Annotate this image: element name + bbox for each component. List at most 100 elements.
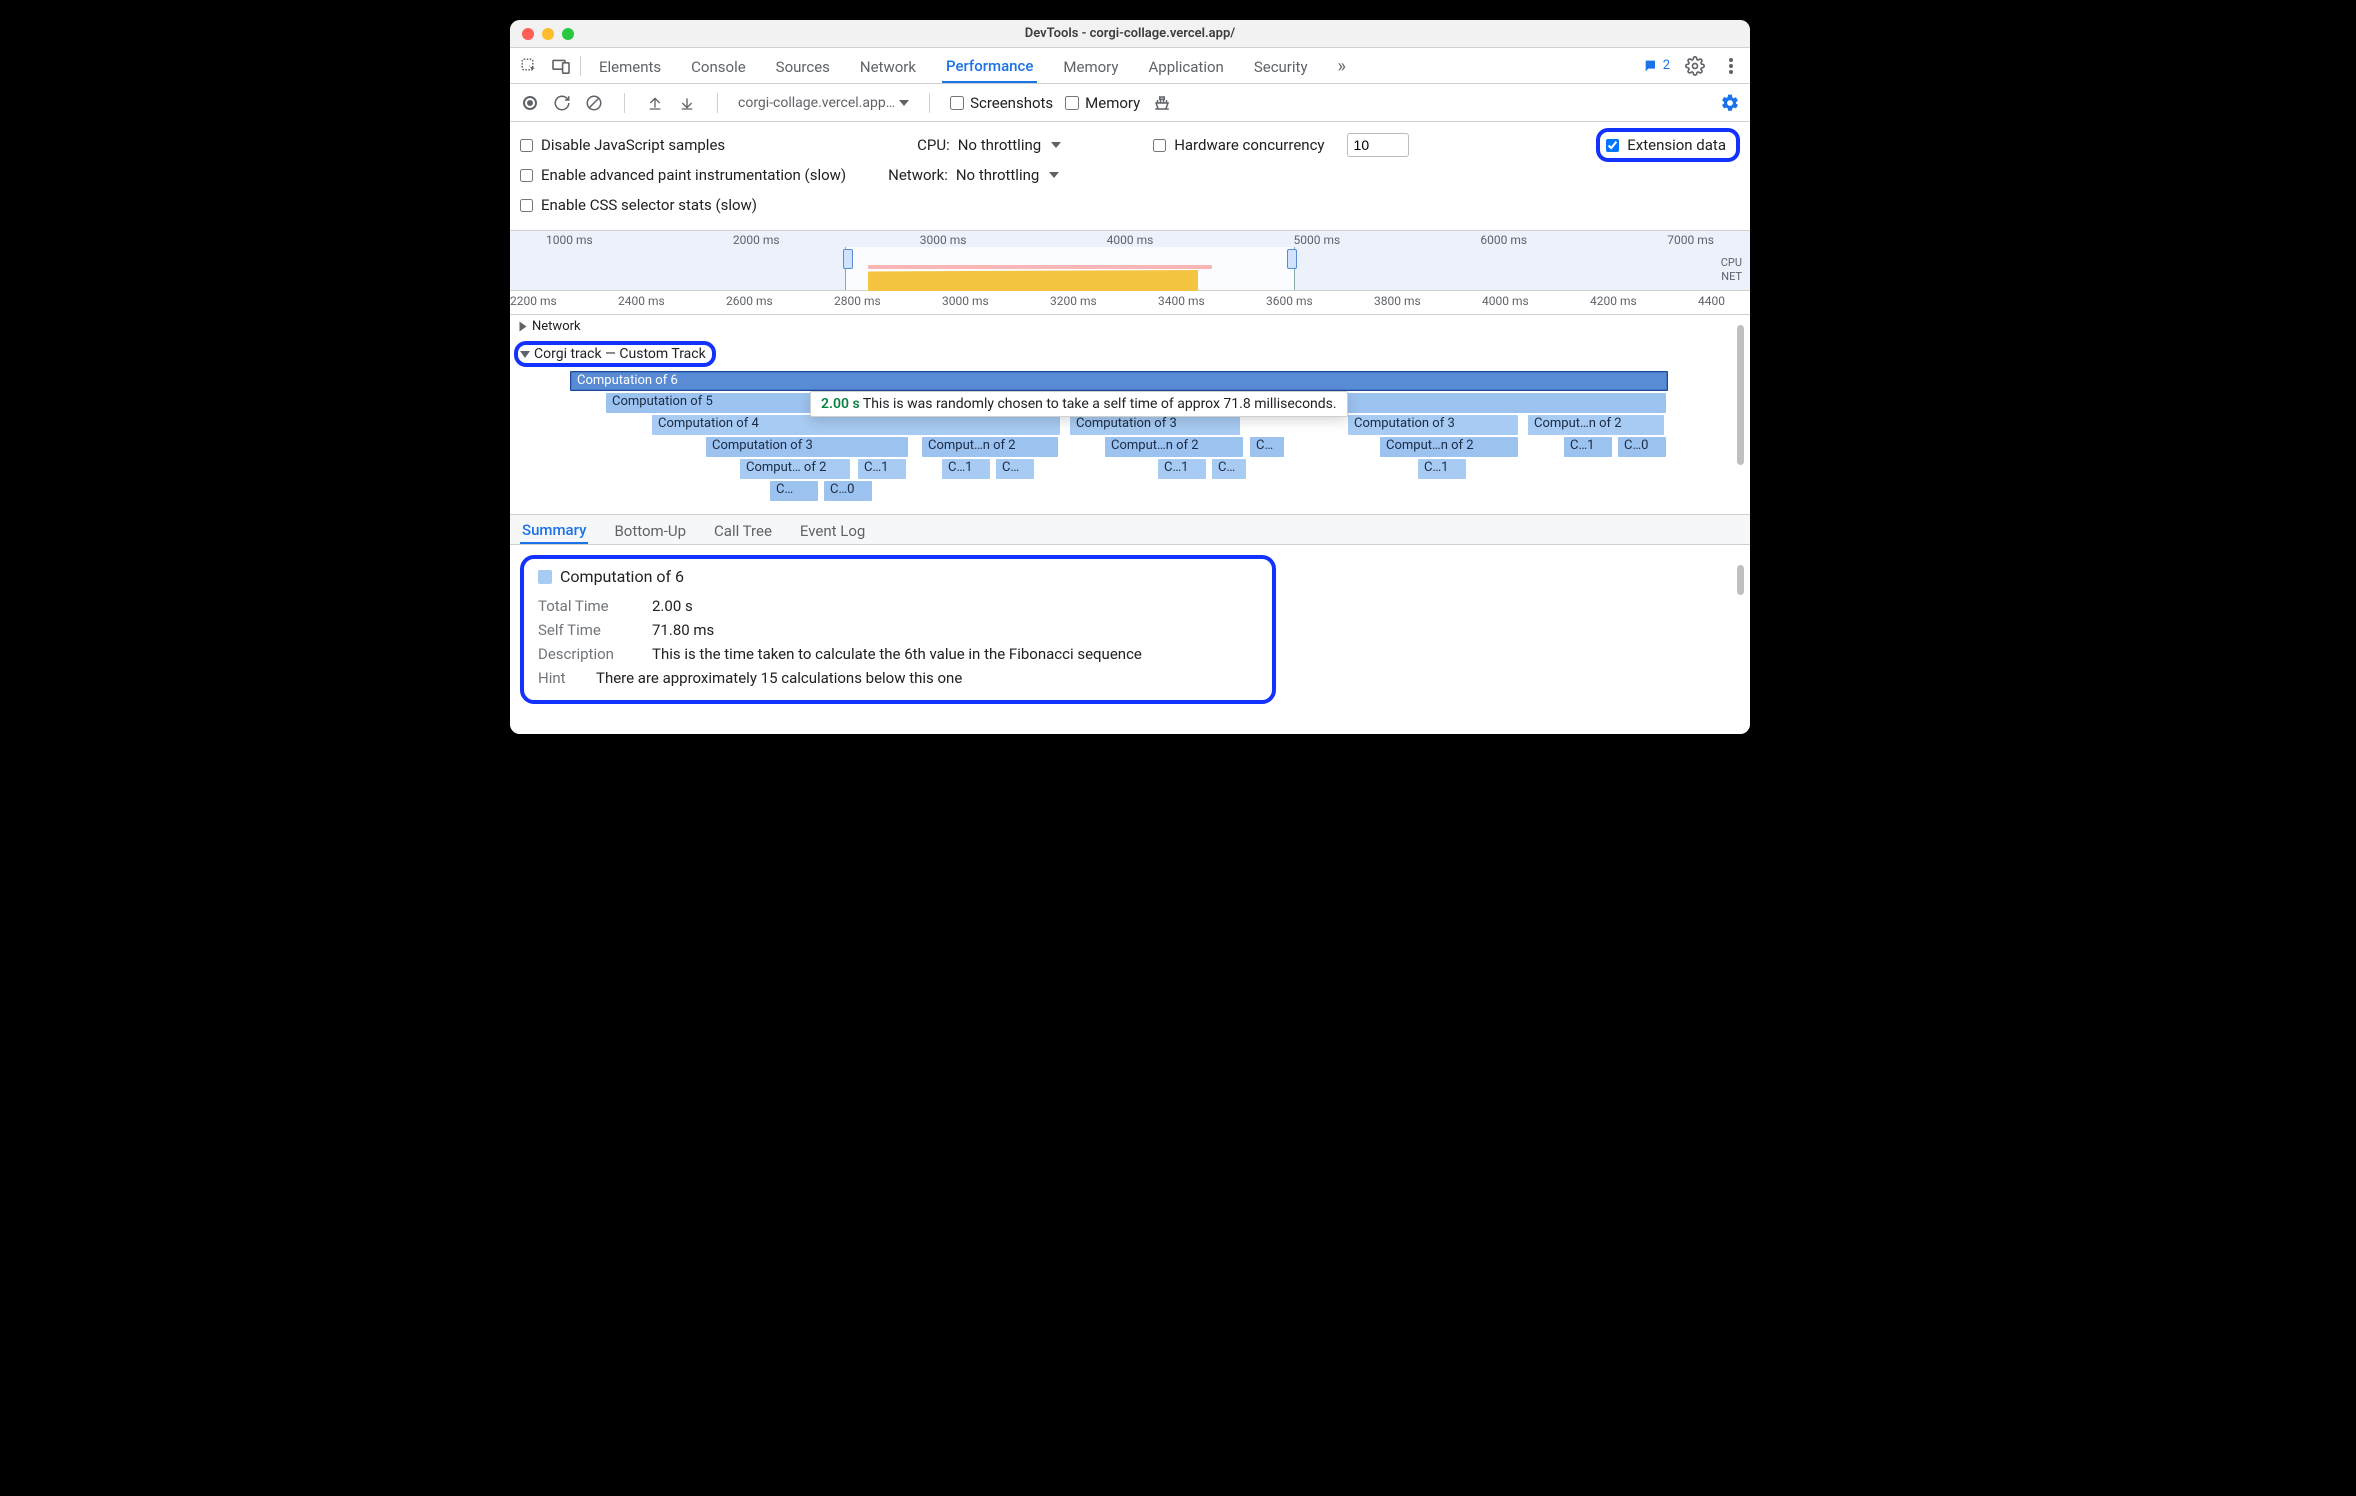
record-icon[interactable] [520,93,540,113]
ruler-tick: 4000 ms [1482,294,1529,308]
hardware-concurrency-checkbox[interactable]: Hardware concurrency [1153,136,1324,154]
tooltip-text: This is was randomly chosen to take a se… [863,396,1337,412]
tab-sources[interactable]: Sources [772,50,834,82]
tab-network[interactable]: Network [856,50,920,82]
flamechart[interactable]: Network Corgi track — Custom Track Compu… [510,315,1750,515]
hw-conc-input[interactable] [1347,133,1409,157]
settings-icon[interactable] [1684,55,1706,77]
details-tab-eventlog[interactable]: Event Log [798,517,867,543]
flame-bar[interactable]: Computation of 3 [1070,415,1240,435]
window-title: DevTools - corgi-collage.vercel.app/ [510,26,1750,41]
flame-bar[interactable]: Comput…n of 2 [1105,437,1243,457]
timeline-ruler[interactable]: 2200 ms 2400 ms 2600 ms 2800 ms 3000 ms … [510,291,1750,315]
flame-bar[interactable]: C… [1250,437,1284,457]
cpu-throttle-select[interactable]: No throttling [958,136,1061,154]
flame-group-label: Network [532,319,581,334]
cpu-throttle-value: No throttling [958,136,1041,154]
flame-bar[interactable]: Comput…n of 2 [1528,415,1664,435]
overview-minimap[interactable]: 1000 ms 2000 ms 3000 ms 4000 ms 5000 ms … [510,231,1750,291]
tab-memory[interactable]: Memory [1059,50,1122,82]
panels-tabbar: Elements Console Sources Network Perform… [510,48,1750,84]
ruler-tick: 4200 ms [1590,294,1637,308]
summary-panel: Computation of 6 Total Time2.00 s Self T… [510,545,1750,734]
ruler-tick: 2800 ms [834,294,881,308]
overview-handle-right[interactable] [1287,249,1297,269]
target-select[interactable]: corgi-collage.vercel.app… [738,95,909,111]
flame-bar[interactable]: C…1 [858,459,906,479]
tab-application[interactable]: Application [1144,50,1227,82]
perf-settings-panel: Disable JavaScript samples CPU: No throt… [510,122,1750,231]
ruler-tick: 2200 ms [510,294,557,308]
flame-bar[interactable]: C…1 [1418,459,1466,479]
summary-hint-value: There are approximately 15 calculations … [596,669,962,687]
upload-icon[interactable] [645,93,665,113]
flame-group-custom-label[interactable]: Corgi track — Custom Track [534,346,706,362]
flame-bar[interactable]: Computation of 3 [706,437,908,457]
clear-icon[interactable] [584,93,604,113]
gc-icon[interactable] [1152,93,1172,113]
advanced-paint-checkbox[interactable]: Enable advanced paint instrumentation (s… [520,166,846,184]
ruler-tick: 3000 ms [942,294,989,308]
flame-bar[interactable]: Comput…n of 2 [1380,437,1518,457]
extension-data-checkbox[interactable]: Extension data [1606,136,1726,154]
ruler-tick: 4400 [1698,294,1725,308]
memory-checkbox[interactable]: Memory [1065,94,1140,112]
flame-bar[interactable]: Computation of 3 [1348,415,1518,435]
summary-total-value: 2.00 s [652,597,693,615]
flame-group-custom-highlight: Corgi track — Custom Track [514,341,716,367]
reload-record-icon[interactable] [552,93,572,113]
overview-tick: 5000 ms [1294,233,1341,247]
devtools-window: DevTools - corgi-collage.vercel.app/ Ele… [510,20,1750,734]
details-tab-calltree[interactable]: Call Tree [712,517,774,543]
css-stats-checkbox[interactable]: Enable CSS selector stats (slow) [520,196,757,214]
overview-tick: 6000 ms [1480,233,1527,247]
summary-desc-key: Description [538,645,638,663]
window-minimize-button[interactable] [542,28,554,40]
flame-bar[interactable]: Comput…n of 2 [922,437,1058,457]
triangle-down-icon [520,351,530,358]
disable-js-checkbox[interactable]: Disable JavaScript samples [520,136,725,154]
details-tab-bottomup[interactable]: Bottom-Up [612,517,688,543]
tab-console[interactable]: Console [687,50,750,82]
overview-handle-left[interactable] [843,249,853,269]
device-toolbar-icon[interactable] [550,55,572,77]
overview-tick: 1000 ms [546,233,593,247]
tab-elements[interactable]: Elements [595,50,665,82]
advanced-paint-label: Enable advanced paint instrumentation (s… [541,166,846,184]
overview-tick: 4000 ms [1107,233,1154,247]
flame-bar[interactable]: C…1 [1564,437,1612,457]
download-icon[interactable] [677,93,697,113]
flame-bar[interactable]: C… [996,459,1034,479]
ruler-tick: 3800 ms [1374,294,1421,308]
summary-total-key: Total Time [538,597,638,615]
kebab-icon[interactable] [1720,55,1742,77]
network-throttle-select[interactable]: No throttling [956,166,1059,184]
flame-bar[interactable]: Computation of 4 [652,415,1060,435]
screenshots-checkbox[interactable]: Screenshots [950,94,1053,112]
ruler-tick: 3400 ms [1158,294,1205,308]
flame-bar[interactable]: C… [770,481,818,501]
flame-bar[interactable]: Comput… of 2 [740,459,850,479]
window-close-button[interactable] [522,28,534,40]
flame-bar[interactable]: C… [1212,459,1246,479]
flame-bar-selected[interactable]: Computation of 6 [570,371,1668,391]
tooltip-time: 2.00 s [821,396,860,412]
tabs-overflow[interactable]: » [1334,48,1350,83]
flame-scrollbar[interactable] [1737,325,1744,465]
flame-bar[interactable]: C…1 [942,459,990,479]
tab-performance[interactable]: Performance [942,49,1037,83]
flame-bar[interactable]: C…0 [1618,437,1666,457]
window-zoom-button[interactable] [562,28,574,40]
extension-data-label: Extension data [1627,136,1726,154]
tab-security[interactable]: Security [1250,50,1312,82]
flame-bar[interactable]: C…0 [824,481,872,501]
network-throttle-value: No throttling [956,166,1039,184]
flame-group-network[interactable]: Network [518,319,581,334]
summary-scrollbar[interactable] [1737,565,1744,595]
details-tab-summary[interactable]: Summary [520,516,588,544]
perf-settings-icon[interactable] [1720,93,1740,113]
flame-bar[interactable]: C…1 [1158,459,1206,479]
chevron-down-icon [1051,142,1061,148]
inspect-icon[interactable] [518,55,540,77]
issues-badge[interactable]: 2 [1643,58,1670,74]
